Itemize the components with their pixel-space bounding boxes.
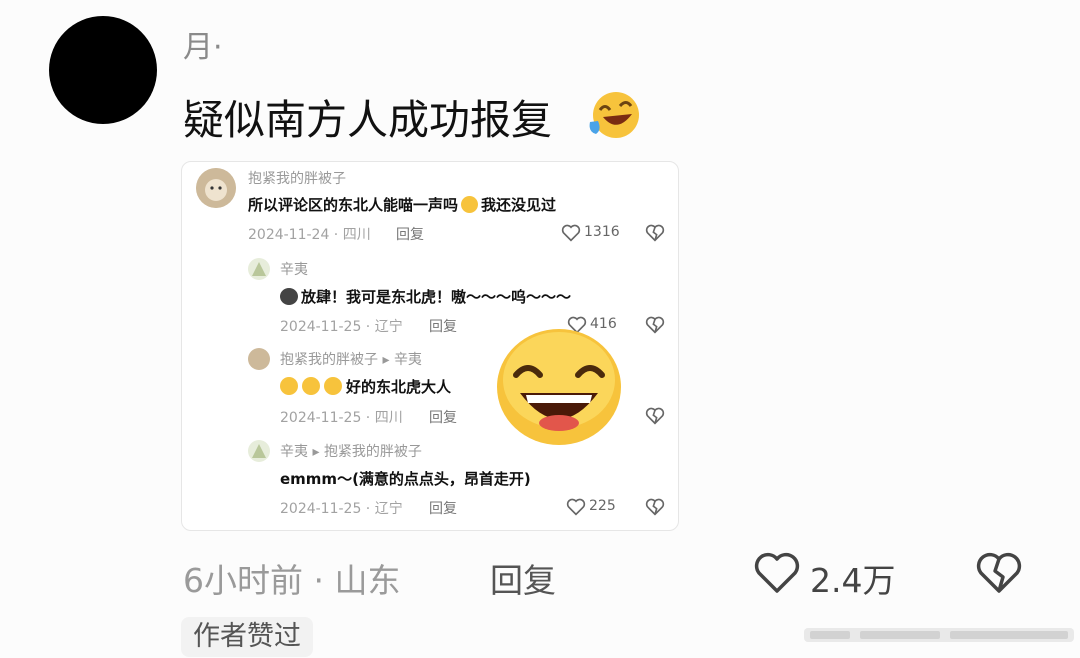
commenter-avatar <box>248 440 270 462</box>
comment-body: 好的东北虎大人 <box>280 376 451 397</box>
commenter-avatar <box>196 168 236 208</box>
commenter-name: 辛夷 <box>280 262 308 278</box>
comment-text: 疑似南方人成功报复 <box>183 96 552 144</box>
comment-meta: 2024-11-24 · 四川 <box>248 227 371 243</box>
commenter-avatar <box>248 258 270 280</box>
commenter-name: 抱紧我的胖被子 <box>248 171 346 187</box>
reply-button[interactable]: 回复 <box>396 224 424 244</box>
comment-meta: 2024-11-25 · 辽宁 <box>280 319 403 335</box>
heart-outline-icon[interactable] <box>754 551 800 595</box>
reply-button[interactable]: 回复 <box>490 554 556 602</box>
watermark <box>804 628 1074 642</box>
comment-body: 放肆！我可是东北虎！嗷～～～呜～～～ <box>280 286 571 307</box>
commenter-name: 抱紧我的胖被子 ▸ 辛夷 <box>280 352 422 368</box>
like-count: 2.4万 <box>810 561 896 600</box>
username[interactable]: 月· <box>183 22 223 66</box>
timestamp-location: 6小时前 · 山东 <box>183 561 401 600</box>
like-count: 225 <box>589 498 616 514</box>
broken-heart-icon[interactable] <box>645 316 665 334</box>
like-count: 1316 <box>584 224 620 240</box>
commenter-name: 辛夷 ▸ 抱紧我的胖被子 <box>280 444 422 460</box>
comment-meta: 2024-11-25 · 四川 <box>280 410 403 426</box>
reply-button[interactable]: 回复 <box>429 498 457 518</box>
commenter-avatar <box>248 348 270 370</box>
smile-emoji-icon <box>461 196 479 213</box>
comment-meta: 2024-11-25 · 辽宁 <box>280 501 403 517</box>
reply-button[interactable]: 回复 <box>429 316 457 336</box>
grinning-emoji-sticker-icon <box>497 329 621 445</box>
heart-outline-icon[interactable] <box>566 498 586 516</box>
comment-body: 所以评论区的东北人能喵一声吗 我还没见过 <box>248 196 557 214</box>
smile-emoji-icon <box>324 377 342 395</box>
broken-heart-icon[interactable] <box>645 407 665 425</box>
smile-emoji-icon <box>280 377 298 395</box>
broken-heart-icon[interactable] <box>645 498 665 516</box>
tiger-emoji-icon <box>280 288 298 305</box>
heart-outline-icon[interactable] <box>561 224 581 242</box>
broken-heart-icon[interactable] <box>976 551 1022 595</box>
reply-button[interactable]: 回复 <box>429 407 457 427</box>
avatar[interactable] <box>49 16 157 124</box>
laughing-emoji-icon <box>589 92 639 138</box>
author-liked-badge: 作者赞过 <box>181 617 313 657</box>
comment-body: emmm～(满意的点点头，昂首走开) <box>280 470 531 488</box>
broken-heart-icon[interactable] <box>645 224 665 242</box>
smile-emoji-icon <box>302 377 320 395</box>
